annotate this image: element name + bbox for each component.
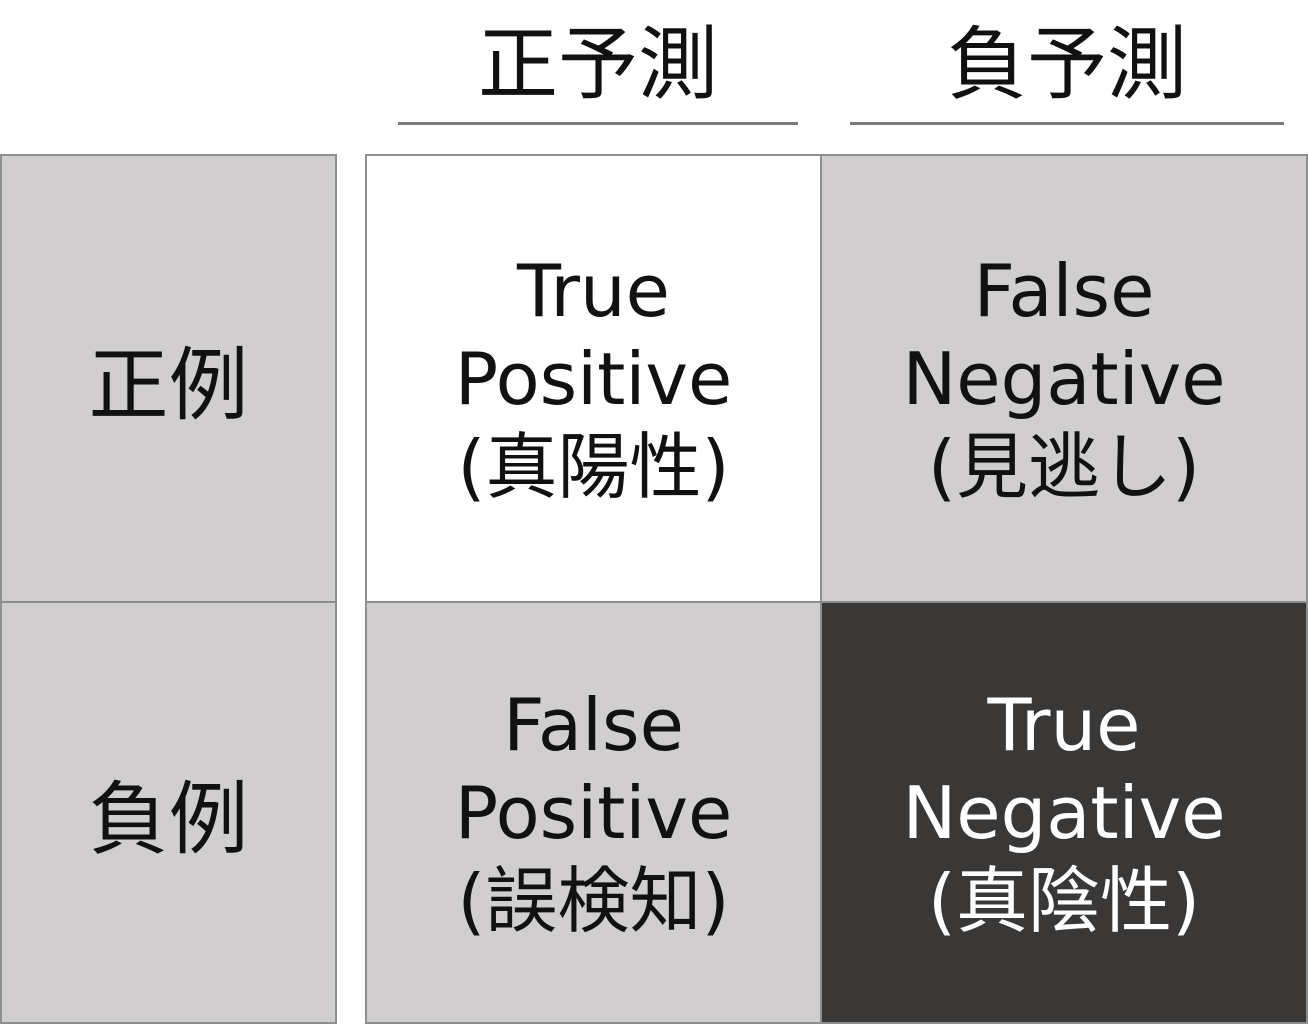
cell-false-positive-line3: (誤検知) <box>457 858 730 943</box>
cell-false-negative: False Negative (見逃し) <box>820 154 1308 603</box>
cell-true-positive: True Positive (真陽性) <box>365 154 822 603</box>
column-header-underline-negative <box>850 122 1284 125</box>
row-header-negative-example: 負例 <box>0 601 337 1024</box>
cell-false-positive-line1: False <box>503 682 684 767</box>
cell-false-negative-line1: False <box>973 248 1155 333</box>
cell-false-positive-line2: Positive <box>454 770 733 855</box>
column-header-positive-prediction: 正予測 <box>478 18 718 111</box>
cell-true-negative: True Negative (真陰性) <box>820 601 1308 1024</box>
cell-false-negative-line2: Negative <box>902 336 1226 421</box>
cell-true-positive-line1: True <box>517 248 670 333</box>
cell-true-negative-line1: True <box>987 682 1141 767</box>
cell-true-positive-line3: (真陽性) <box>457 424 730 509</box>
cell-true-negative-line3: (真陰性) <box>927 858 1201 943</box>
row-header-positive-label: 正例 <box>88 338 249 432</box>
column-header-underline-positive <box>398 122 798 125</box>
cell-true-negative-line2: Negative <box>902 770 1226 855</box>
cell-true-positive-line2: Positive <box>454 336 733 421</box>
column-header-negative-prediction: 負予測 <box>947 18 1187 111</box>
cell-false-positive: False Positive (誤検知) <box>365 601 822 1024</box>
row-header-negative-label: 負例 <box>88 772 249 866</box>
row-header-positive-example: 正例 <box>0 154 337 603</box>
cell-false-negative-line3: (見逃し) <box>927 424 1201 509</box>
